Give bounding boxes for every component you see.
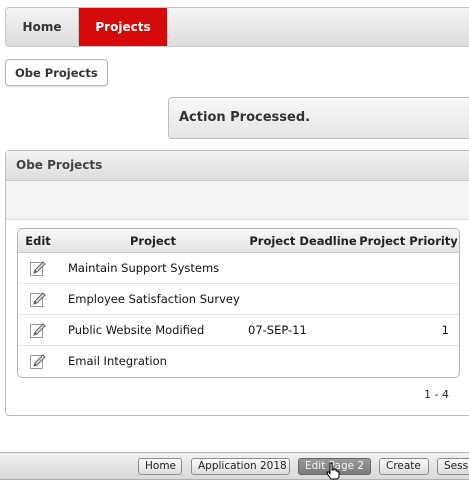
region-toolbar	[6, 181, 469, 220]
project-priority	[358, 346, 459, 377]
table-row: Email Integration	[18, 346, 459, 377]
pencil-icon[interactable]	[29, 321, 47, 339]
project-priority: 1	[358, 314, 459, 346]
tab-home[interactable]: Home	[6, 8, 79, 46]
project-priority	[358, 252, 459, 284]
edit-cell	[18, 346, 58, 377]
table-row: Public Website Modified 07-SEP-11 1	[18, 314, 459, 346]
project-name: Employee Satisfaction Survey	[58, 283, 248, 315]
column-header-project[interactable]: Project	[58, 229, 248, 253]
project-name: Public Website Modified	[58, 314, 248, 346]
projects-report: Edit Project Project Deadline Project Pr…	[17, 228, 460, 378]
table-header-row: Edit Project Project Deadline Project Pr…	[18, 229, 459, 253]
table-row: Maintain Support Systems	[18, 252, 459, 284]
dev-home-button[interactable]: Home	[138, 458, 182, 475]
column-header-edit: Edit	[18, 229, 58, 253]
report-table: Edit Project Project Deadline Project Pr…	[18, 229, 459, 376]
edit-cell	[18, 314, 58, 346]
column-header-priority[interactable]: Project Priority	[358, 229, 459, 253]
region-title: Obe Projects	[6, 151, 469, 181]
success-message: Action Processed.	[168, 97, 469, 139]
dev-session-button[interactable]: Session	[437, 458, 469, 475]
project-priority	[358, 283, 459, 315]
column-header-deadline[interactable]: Project Deadline	[248, 229, 358, 253]
pencil-icon[interactable]	[29, 290, 47, 308]
projects-region: Obe Projects Edit Project Project Deadli…	[5, 150, 469, 416]
edit-cell	[18, 283, 58, 315]
project-deadline: 07-SEP-11	[248, 314, 358, 346]
project-deadline	[248, 252, 358, 284]
pencil-icon[interactable]	[29, 352, 47, 370]
dev-create-button[interactable]: Create	[379, 458, 429, 475]
project-deadline	[248, 283, 358, 315]
breadcrumb[interactable]: Obe Projects	[5, 59, 108, 86]
pencil-icon[interactable]	[29, 259, 47, 277]
project-name: Maintain Support Systems	[58, 252, 248, 284]
edit-cell	[18, 252, 58, 284]
dev-edit-page-button[interactable]: Edit Page 2	[298, 458, 371, 475]
developer-toolbar: Home Application 2018 Edit Page 2 Create…	[0, 452, 469, 480]
project-name: Email Integration	[68, 354, 167, 368]
tab-bar: Home Projects	[5, 7, 469, 47]
tab-projects[interactable]: Projects	[79, 8, 167, 46]
table-row: Employee Satisfaction Survey	[18, 283, 459, 315]
pagination-info: 1 - 4	[424, 388, 449, 401]
dev-application-button[interactable]: Application 2018	[191, 458, 290, 475]
project-deadline	[248, 346, 358, 377]
